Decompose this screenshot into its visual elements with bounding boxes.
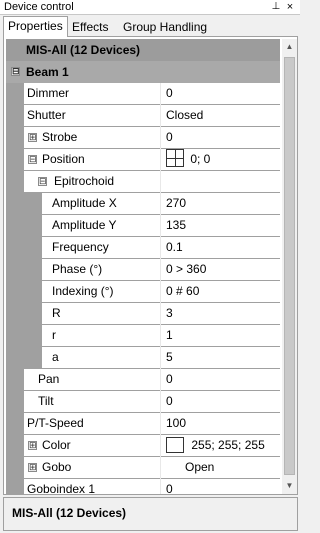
position-crosshair-icon[interactable] bbox=[166, 149, 184, 168]
prop-name: P/T-Speed bbox=[24, 413, 160, 434]
prop-row-amplitude-x[interactable]: Amplitude X 270 bbox=[6, 193, 280, 215]
color-swatch[interactable] bbox=[166, 436, 184, 453]
tab-properties[interactable]: Properties bbox=[3, 16, 68, 37]
prop-value[interactable]: 0.1 bbox=[161, 237, 280, 258]
prop-name: Phase (°) bbox=[42, 259, 160, 280]
prop-row-frequency[interactable]: Frequency 0.1 bbox=[6, 237, 280, 259]
prop-value[interactable]: Closed bbox=[161, 105, 280, 126]
pin-icon[interactable]: ⊥ bbox=[270, 0, 282, 14]
prop-value[interactable]: 0 bbox=[161, 391, 280, 412]
category-label: Beam 1 bbox=[26, 65, 69, 79]
prop-value[interactable]: 0; 0 bbox=[161, 149, 280, 170]
prop-name: ⊟ Position bbox=[24, 149, 160, 170]
grid-header: MIS-All (12 Devices) bbox=[6, 39, 280, 61]
expand-icon[interactable]: ⊞ bbox=[28, 441, 37, 450]
prop-name-text: Strobe bbox=[42, 130, 78, 144]
color-value-text: 255; 255; 255 bbox=[191, 438, 265, 452]
prop-value[interactable]: 255; 255; 255 bbox=[161, 435, 280, 456]
prop-row-pan[interactable]: Pan 0 bbox=[6, 369, 280, 391]
prop-name: a bbox=[42, 347, 160, 368]
collapse-icon[interactable]: ⊟ bbox=[11, 67, 20, 76]
window-title-bar: Device control ⊥ × bbox=[0, 0, 300, 15]
vertical-scrollbar[interactable]: ▲ ▼ bbox=[282, 39, 297, 494]
prop-row-amplitude-y[interactable]: Amplitude Y 135 bbox=[6, 215, 280, 237]
prop-value[interactable]: 0 bbox=[161, 127, 280, 148]
description-title: MIS-All (12 Devices) bbox=[12, 506, 127, 520]
prop-value[interactable]: 1 bbox=[161, 325, 280, 346]
prop-name: ⊞ Gobo bbox=[24, 457, 160, 478]
expand-icon[interactable]: ⊞ bbox=[28, 133, 37, 142]
prop-value[interactable]: 270 bbox=[161, 193, 280, 214]
prop-name: ⊞ Strobe bbox=[24, 127, 160, 148]
prop-row-indexing[interactable]: Indexing (°) 0 # 60 bbox=[6, 281, 280, 303]
window-title: Device control bbox=[4, 1, 74, 13]
prop-value[interactable]: 5 bbox=[161, 347, 280, 368]
prop-row-tilt[interactable]: Tilt 0 bbox=[6, 391, 280, 413]
grid-header-title: MIS-All (12 Devices) bbox=[26, 43, 141, 57]
property-grid: MIS-All (12 Devices) ⊟ Beam 1 Dimmer 0 S… bbox=[6, 39, 280, 494]
prop-name: Shutter bbox=[24, 105, 160, 126]
prop-value[interactable]: 0 bbox=[161, 479, 280, 494]
prop-row-r-lower[interactable]: r 1 bbox=[6, 325, 280, 347]
prop-name-text: Color bbox=[42, 438, 71, 452]
collapse-icon[interactable]: ⊟ bbox=[38, 177, 47, 186]
prop-row-r-upper[interactable]: R 3 bbox=[6, 303, 280, 325]
prop-row-a[interactable]: a 5 bbox=[6, 347, 280, 369]
prop-row-position[interactable]: ⊟ Position 0; 0 bbox=[6, 149, 280, 171]
scroll-up-icon[interactable]: ▲ bbox=[282, 39, 297, 55]
prop-name: Frequency bbox=[42, 237, 160, 258]
prop-name: Goboindex 1 bbox=[24, 479, 160, 494]
prop-value[interactable]: 100 bbox=[161, 413, 280, 434]
prop-row-gobo[interactable]: ⊞ Gobo Open bbox=[6, 457, 280, 479]
prop-value[interactable]: 0 > 360 bbox=[161, 259, 280, 280]
prop-name: Amplitude X bbox=[42, 193, 160, 214]
scroll-down-icon[interactable]: ▼ bbox=[282, 478, 297, 494]
tab-group-handling[interactable]: Group Handling bbox=[118, 18, 212, 36]
tab-bar: Properties Effects Group Handling bbox=[0, 15, 300, 37]
expand-icon[interactable]: ⊞ bbox=[28, 463, 37, 472]
prop-row-dimmer[interactable]: Dimmer 0 bbox=[6, 83, 280, 105]
prop-value[interactable]: 0 # 60 bbox=[161, 281, 280, 302]
description-pane: MIS-All (12 Devices) bbox=[3, 497, 298, 531]
prop-row-color[interactable]: ⊞ Color 255; 255; 255 bbox=[6, 435, 280, 457]
prop-name: r bbox=[42, 325, 160, 346]
prop-row-phase[interactable]: Phase (°) 0 > 360 bbox=[6, 259, 280, 281]
prop-name-text: Gobo bbox=[42, 460, 72, 474]
category-beam-1[interactable]: ⊟ Beam 1 bbox=[6, 61, 280, 83]
prop-value[interactable] bbox=[161, 171, 280, 192]
prop-value[interactable]: Open bbox=[161, 457, 280, 478]
position-value-text: 0; 0 bbox=[190, 152, 211, 166]
collapse-icon[interactable]: ⊟ bbox=[28, 155, 37, 164]
scrollbar-thumb[interactable] bbox=[284, 57, 295, 475]
property-grid-panel: MIS-All (12 Devices) ⊟ Beam 1 Dimmer 0 S… bbox=[3, 36, 298, 495]
prop-value[interactable]: 135 bbox=[161, 215, 280, 236]
prop-name: R bbox=[42, 303, 160, 324]
tab-effects[interactable]: Effects bbox=[67, 18, 113, 36]
prop-name: ⊟ Epitrochoid bbox=[24, 171, 160, 192]
prop-name: Indexing (°) bbox=[42, 281, 160, 302]
close-icon[interactable]: × bbox=[284, 0, 296, 14]
prop-name: ⊞ Color bbox=[24, 435, 160, 456]
prop-row-pt-speed[interactable]: P/T-Speed 100 bbox=[6, 413, 280, 435]
prop-row-shutter[interactable]: Shutter Closed bbox=[6, 105, 280, 127]
prop-row-strobe[interactable]: ⊞ Strobe 0 bbox=[6, 127, 280, 149]
prop-row-goboindex-1[interactable]: Goboindex 1 0 bbox=[6, 479, 280, 494]
prop-name: Dimmer bbox=[24, 83, 160, 104]
prop-value[interactable]: 0 bbox=[161, 369, 280, 390]
prop-name-text: Epitrochoid bbox=[54, 174, 115, 188]
prop-name-text: Position bbox=[42, 152, 85, 166]
prop-row-epitrochoid[interactable]: ⊟ Epitrochoid bbox=[6, 171, 280, 193]
prop-value[interactable]: 0 bbox=[161, 83, 280, 104]
prop-value[interactable]: 3 bbox=[161, 303, 280, 324]
prop-name: Pan bbox=[24, 369, 160, 390]
prop-name: Tilt bbox=[24, 391, 160, 412]
prop-name: Amplitude Y bbox=[42, 215, 160, 236]
